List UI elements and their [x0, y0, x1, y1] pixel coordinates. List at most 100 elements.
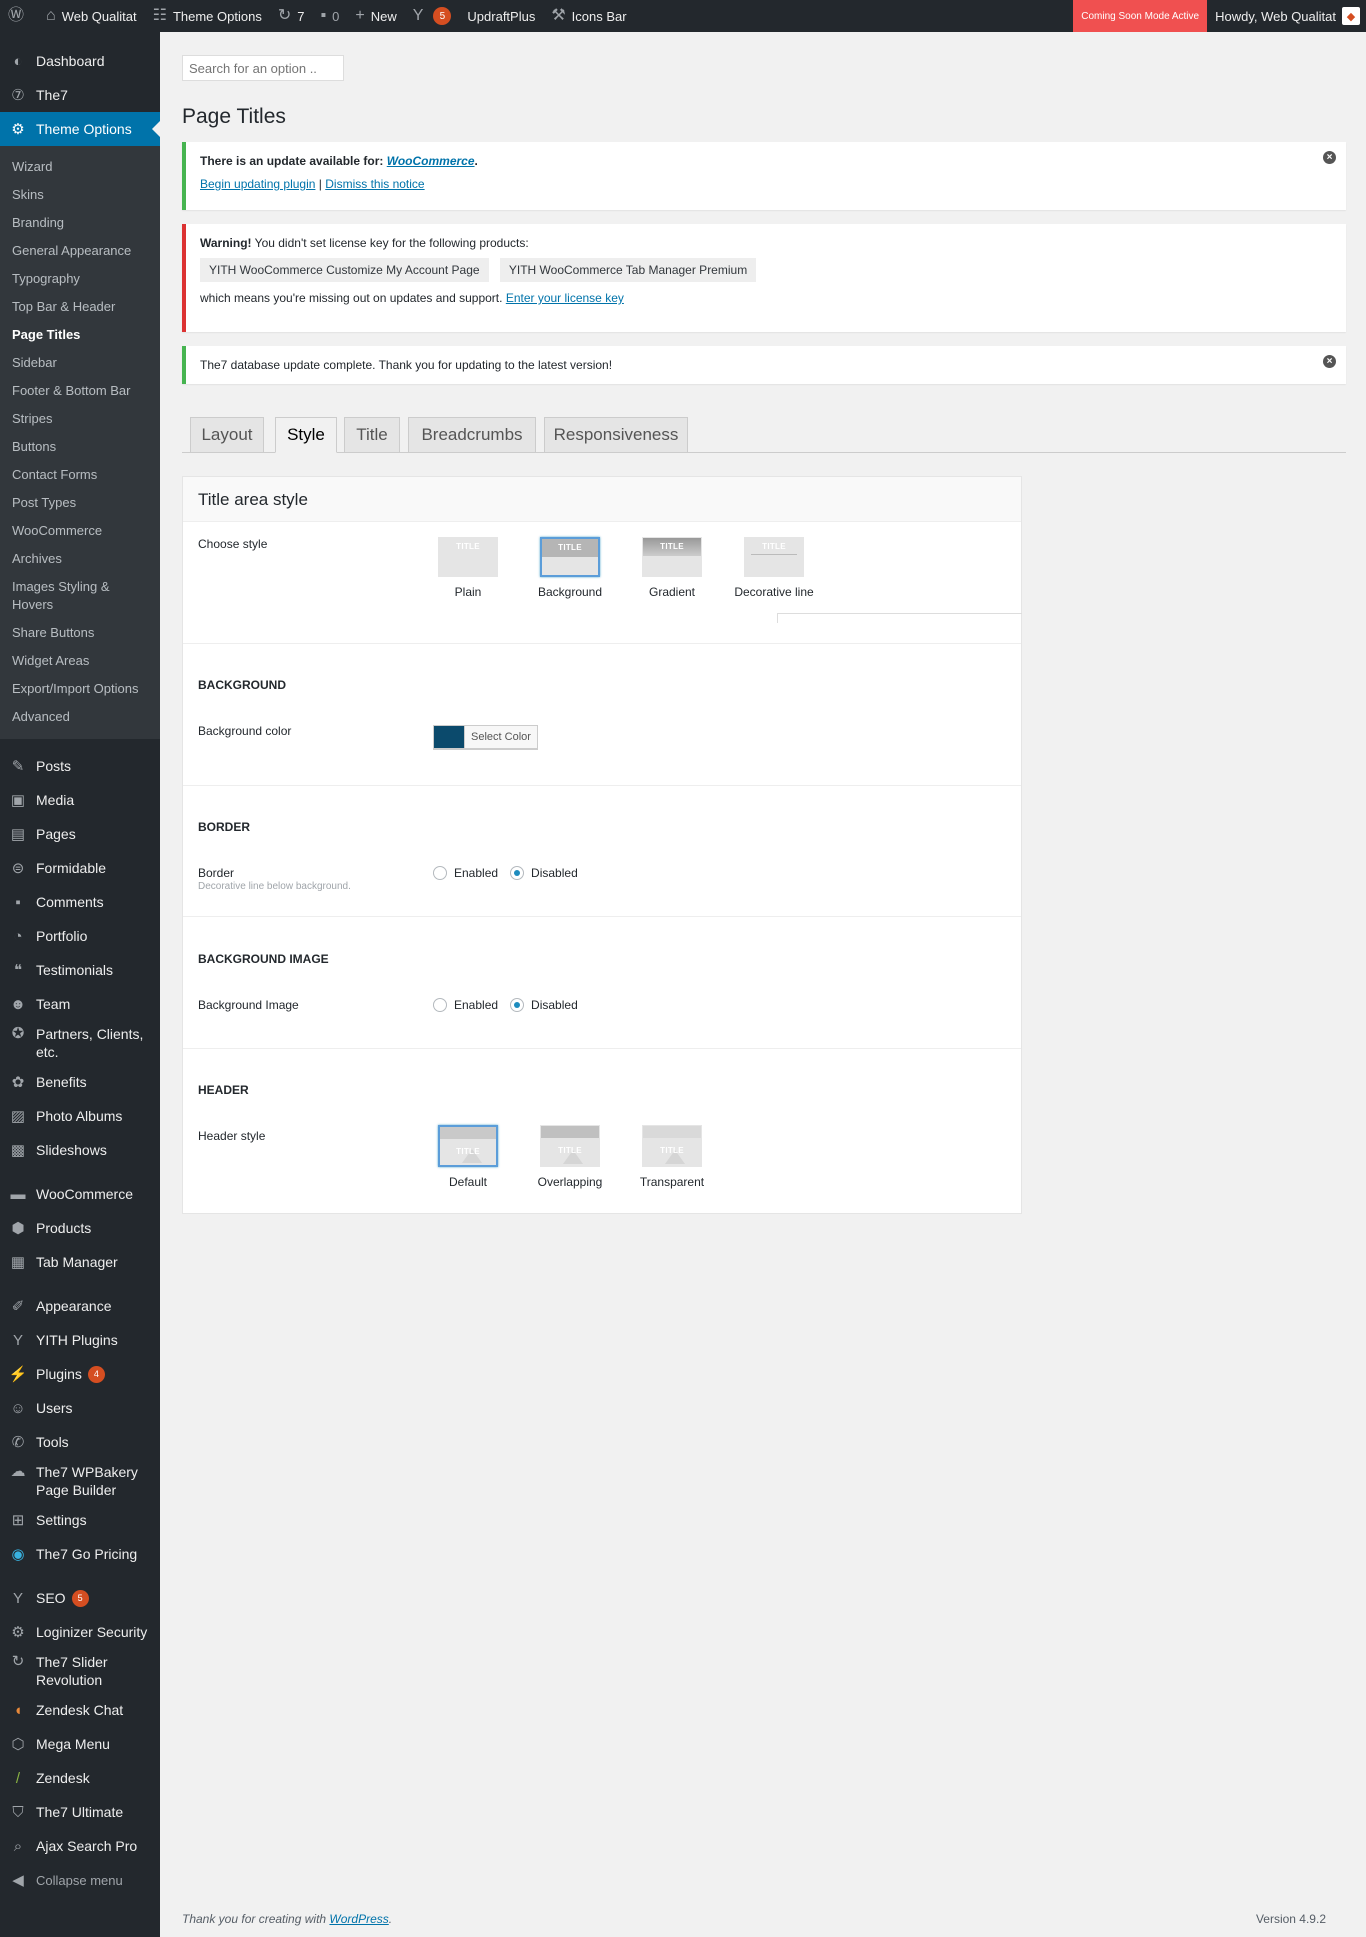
icons-bar-link[interactable]: ⚒ Icons Bar [543, 0, 634, 32]
submenu-images-styling[interactable]: Images Styling & Hovers [0, 573, 140, 619]
menu-ajax-search[interactable]: ⌕ Ajax Search Pro [0, 1829, 160, 1863]
bg-image-disabled-radio[interactable] [510, 998, 525, 1012]
submenu-post-types[interactable]: Post Types [0, 489, 160, 517]
menu-posts[interactable]: ✎ Posts [0, 749, 160, 783]
submenu-branding[interactable]: Branding [0, 209, 160, 237]
db-update-notice: The7 database update complete. Thank you… [182, 346, 1346, 384]
enter-license-link[interactable]: Enter your license key [506, 291, 624, 305]
color-swatch [434, 726, 464, 748]
style-option-background[interactable]: TITLE Background [528, 537, 612, 599]
menu-portfolio[interactable]: ◔ Portfolio [0, 919, 160, 953]
close-icon[interactable]: × [1323, 151, 1336, 164]
seo-badge: 5 [71, 1589, 89, 1607]
menu-products[interactable]: ⬢ Products [0, 1211, 160, 1245]
site-name-link[interactable]: ⌂ Web Qualitat [38, 0, 145, 32]
tab-style[interactable]: Style [275, 417, 337, 453]
header-option-transparent[interactable]: TITLE Transparent [630, 1125, 714, 1189]
submenu-footer-bottom-bar[interactable]: Footer & Bottom Bar [0, 377, 160, 405]
submenu-skins[interactable]: Skins [0, 181, 160, 209]
select-color-button[interactable]: Select Color [433, 725, 538, 749]
new-content-link[interactable]: + New [347, 0, 404, 32]
submenu-top-bar-header[interactable]: Top Bar & Header [0, 293, 160, 321]
wordpress-link[interactable]: WordPress [329, 1912, 388, 1926]
style-option-decorative-line[interactable]: TITLE Decorative line [732, 537, 816, 599]
menu-zendesk-chat[interactable]: ◖ Zendesk Chat [0, 1693, 160, 1727]
menu-the7-ultimate[interactable]: ⛉ The7 Ultimate [0, 1795, 160, 1829]
menu-tools[interactable]: ✆ Tools [0, 1425, 160, 1459]
menu-partners[interactable]: ✪ Partners, Clients, etc. [0, 1021, 160, 1065]
woocommerce-link[interactable]: WooCommerce [387, 154, 475, 168]
menu-settings[interactable]: ⊞ Settings [0, 1503, 160, 1537]
menu-dashboard[interactable]: ◐ Dashboard [0, 44, 160, 78]
wordpress-logo-button[interactable]: Ⓦ [0, 0, 38, 32]
close-icon[interactable]: × [1323, 355, 1336, 368]
updraftplus-link[interactable]: UpdraftPlus [459, 0, 543, 32]
theme-options-link[interactable]: ☷ Theme Options [145, 0, 270, 32]
submenu-buttons[interactable]: Buttons [0, 433, 160, 461]
submenu-wizard[interactable]: Wizard [0, 153, 160, 181]
menu-appearance[interactable]: ✐ Appearance [0, 1289, 160, 1323]
menu-comments[interactable]: ▪ Comments [0, 885, 160, 919]
menu-photo-albums[interactable]: ▨ Photo Albums [0, 1099, 160, 1133]
menu-slideshows[interactable]: ▩ Slideshows [0, 1133, 160, 1167]
submenu-export-import[interactable]: Export/Import Options [0, 675, 160, 703]
background-section-title: BACKGROUND [198, 678, 286, 692]
submenu-typography[interactable]: Typography [0, 265, 160, 293]
header-style-label: Default [448, 1175, 488, 1189]
bg-image-enabled-radio[interactable] [433, 998, 447, 1012]
header-option-default[interactable]: TITLE Default [426, 1125, 510, 1189]
menu-mega-menu[interactable]: ⬡ Mega Menu [0, 1727, 160, 1761]
tab-title[interactable]: Title [344, 417, 400, 453]
menu-loginizer[interactable]: ⚙ Loginizer Security [0, 1615, 160, 1649]
menu-go-pricing[interactable]: ◉ The7 Go Pricing [0, 1537, 160, 1571]
menu-the7[interactable]: ⑦ The7 [0, 78, 160, 112]
begin-updating-link[interactable]: Begin updating plugin [200, 177, 315, 191]
submenu-page-titles[interactable]: Page Titles [0, 321, 160, 349]
menu-seo[interactable]: Y SEO 5 [0, 1581, 160, 1615]
update-text: There is an update available for: [200, 154, 384, 168]
collapse-menu-button[interactable]: ◀ Collapse menu [0, 1863, 160, 1897]
menu-yith-plugins[interactable]: Y YITH Plugins [0, 1323, 160, 1357]
menu-team[interactable]: ☻ Team [0, 987, 160, 1021]
menu-theme-options[interactable]: ⚙ Theme Options [0, 112, 160, 146]
submenu-woocommerce[interactable]: WooCommerce [0, 517, 160, 545]
menu-plugins[interactable]: ⚡ Plugins 4 [0, 1357, 160, 1391]
submenu-advanced[interactable]: Advanced [0, 703, 160, 731]
tab-layout[interactable]: Layout [190, 417, 264, 453]
submenu-sidebar[interactable]: Sidebar [0, 349, 160, 377]
submenu-archives[interactable]: Archives [0, 545, 160, 573]
my-account-link[interactable]: Howdy, Web Qualitat ◆ [1207, 0, 1366, 32]
menu-zendesk[interactable]: / Zendesk [0, 1761, 160, 1795]
option-search-input[interactable] [182, 55, 344, 81]
menu-pages[interactable]: ▤ Pages [0, 817, 160, 851]
coming-soon-badge[interactable]: Coming Soon Mode Active [1073, 0, 1208, 32]
menu-formidable[interactable]: ⊜ Formidable [0, 851, 160, 885]
tab-responsiveness[interactable]: Responsiveness [544, 417, 688, 453]
style-option-plain[interactable]: TITLE Plain [426, 537, 510, 599]
thumb-title: TITLE [762, 542, 786, 551]
style-option-gradient[interactable]: TITLE Gradient [630, 537, 714, 599]
submenu-stripes[interactable]: Stripes [0, 405, 160, 433]
menu-woocommerce[interactable]: ▬ WooCommerce [0, 1177, 160, 1211]
menu-wpbakery[interactable]: ☁ The7 WPBakery Page Builder [0, 1459, 160, 1503]
submenu-contact-forms[interactable]: Contact Forms [0, 461, 160, 489]
menu-slider-revolution[interactable]: ↻ The7 Slider Revolution [0, 1649, 160, 1693]
comments-link[interactable]: ▪ 0 [312, 0, 347, 32]
border-disabled-radio[interactable] [510, 866, 525, 880]
border-enabled-radio[interactable] [433, 866, 447, 880]
menu-tab-manager[interactable]: ▦ Tab Manager [0, 1245, 160, 1279]
hammer-icon: ⚒ [551, 7, 566, 24]
menu-testimonials[interactable]: ❝ Testimonials [0, 953, 160, 987]
media-icon: ▣ [10, 792, 26, 809]
tab-breadcrumbs[interactable]: Breadcrumbs [408, 417, 536, 453]
seo-link[interactable]: Y5 [405, 0, 460, 32]
submenu-general-appearance[interactable]: General Appearance [0, 237, 160, 265]
menu-media[interactable]: ▣ Media [0, 783, 160, 817]
submenu-widget-areas[interactable]: Widget Areas [0, 647, 160, 675]
header-option-overlapping[interactable]: TITLE Overlapping [528, 1125, 612, 1189]
menu-users[interactable]: ☺ Users [0, 1391, 160, 1425]
updates-link[interactable]: ↻ 7 [270, 0, 313, 32]
menu-benefits[interactable]: ✿ Benefits [0, 1065, 160, 1099]
dismiss-notice-link[interactable]: Dismiss this notice [325, 177, 424, 191]
submenu-share-buttons[interactable]: Share Buttons [0, 619, 160, 647]
